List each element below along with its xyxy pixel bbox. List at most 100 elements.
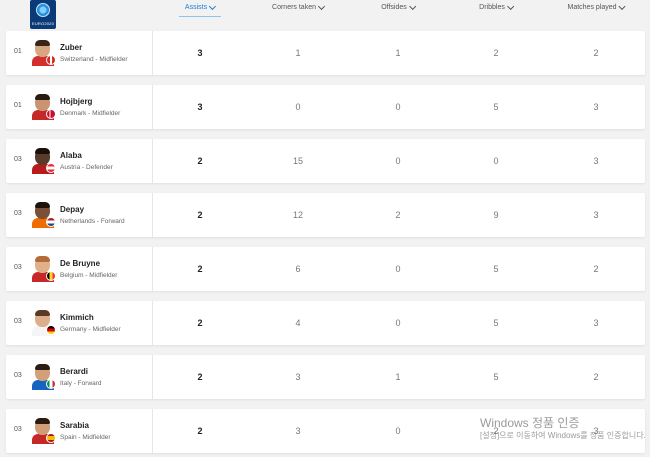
belgium-flag-icon — [46, 271, 56, 281]
player-hair — [35, 256, 50, 262]
stat-assists: 2 — [197, 264, 203, 274]
column-label: Offsides — [381, 4, 407, 11]
table-row[interactable]: 01 Zuber Switzerland - Midfielder 3 1 1 2 2 — [6, 31, 645, 75]
player-rank: 01 — [14, 48, 22, 55]
player-name[interactable]: De Bruyne — [60, 259, 100, 268]
stat-dribbles: 5 — [493, 264, 499, 274]
stat-assists: 3 — [197, 48, 203, 58]
stat-dribbles: 5 — [493, 372, 499, 382]
column-label: Matches played — [567, 4, 617, 11]
stat-matches: 3 — [593, 318, 599, 328]
stat-corners: 4 — [295, 318, 301, 328]
spain-flag-icon — [46, 433, 56, 443]
player-name[interactable]: Sarabia — [60, 421, 89, 430]
row-divider — [152, 355, 153, 399]
player-avatar[interactable] — [32, 256, 56, 282]
player-hair — [35, 202, 50, 208]
player-country-position: Austria - Defender — [60, 164, 113, 171]
player-name[interactable]: Depay — [60, 205, 84, 214]
sort-offsides[interactable]: Offsides — [381, 2, 416, 11]
player-hair — [35, 40, 50, 46]
table-header: EURO2020 Assists Corners taken Offsides … — [0, 0, 650, 30]
germany-flag-icon — [46, 325, 56, 335]
table-row[interactable]: 03 Berardi Italy - Forward 2 3 1 5 2 — [6, 355, 645, 399]
table-row[interactable]: 03 Alaba Austria - Defender 2 15 0 0 3 — [6, 139, 645, 183]
stat-matches: 3 — [593, 156, 599, 166]
stat-dribbles: 2 — [493, 48, 499, 58]
stat-matches: 2 — [593, 264, 599, 274]
player-rank: 03 — [14, 318, 22, 325]
table-row[interactable]: 03 De Bruyne Belgium - Midfielder 2 6 0 5 2 — [6, 247, 645, 291]
player-country-position: Belgium - Midfielder — [60, 272, 118, 279]
chevron-down-icon — [408, 2, 416, 10]
player-name[interactable]: Alaba — [60, 151, 82, 160]
stat-matches: 3 — [593, 210, 599, 220]
player-country-position: Switzerland - Midfielder — [60, 56, 128, 63]
player-name[interactable]: Zuber — [60, 43, 82, 52]
euro2020-logo[interactable]: EURO2020 — [30, 0, 56, 29]
italy-flag-icon — [46, 379, 56, 389]
stat-assists: 2 — [197, 426, 203, 436]
sort-matches-played[interactable]: Matches played — [567, 2, 626, 11]
switzerland-flag-icon — [46, 55, 56, 65]
chevron-down-icon — [506, 2, 514, 10]
player-rank: 03 — [14, 210, 22, 217]
player-name[interactable]: Hojbjerg — [60, 97, 92, 106]
stat-corners: 1 — [295, 48, 301, 58]
chevron-down-icon — [317, 2, 326, 10]
netherlands-flag-icon — [46, 217, 56, 227]
player-hair — [35, 310, 50, 316]
table-row[interactable]: 03 Kimmich Germany - Midfielder 2 4 0 5 3 — [6, 301, 645, 345]
player-avatar[interactable] — [32, 202, 56, 228]
player-country-position: Italy - Forward — [60, 380, 102, 387]
player-hair — [35, 364, 50, 370]
stat-offsides: 2 — [395, 210, 401, 220]
stat-offsides: 0 — [395, 102, 401, 112]
table-row[interactable]: 01 Hojbjerg Denmark - Midfielder 3 0 0 5 3 — [6, 85, 645, 129]
sort-dribbles[interactable]: Dribbles — [479, 2, 514, 11]
player-avatar[interactable] — [32, 310, 56, 336]
stat-dribbles: 9 — [493, 210, 499, 220]
player-avatar[interactable] — [32, 418, 56, 444]
stat-offsides: 0 — [395, 426, 401, 436]
player-avatar[interactable] — [32, 40, 56, 66]
stat-offsides: 1 — [395, 48, 401, 58]
sort-assists[interactable]: Assists — [178, 2, 222, 17]
stat-assists: 2 — [197, 318, 203, 328]
player-rank: 01 — [14, 102, 22, 109]
player-name[interactable]: Berardi — [60, 367, 88, 376]
player-avatar[interactable] — [32, 94, 56, 120]
stat-corners: 12 — [292, 210, 304, 220]
column-label: Corners taken — [272, 4, 316, 11]
player-avatar[interactable] — [32, 364, 56, 390]
windows-activation-hint: [설정]으로 이동하여 Windows를 정품 인증합니다. — [480, 431, 646, 440]
column-label: Dribbles — [479, 4, 505, 11]
chevron-down-icon — [209, 2, 217, 10]
stat-offsides: 0 — [395, 156, 401, 166]
stat-assists: 3 — [197, 102, 203, 112]
row-divider — [152, 31, 153, 75]
player-rank: 03 — [14, 426, 22, 433]
player-avatar[interactable] — [32, 148, 56, 174]
trophy-icon — [36, 3, 50, 17]
player-rank: 03 — [14, 264, 22, 271]
stat-dribbles: 5 — [493, 318, 499, 328]
table-row[interactable]: 03 Depay Netherlands - Forward 2 12 2 9 3 — [6, 193, 645, 237]
stat-assists: 2 — [197, 210, 203, 220]
sort-corners-taken[interactable]: Corners taken — [272, 2, 326, 11]
row-divider — [152, 409, 153, 453]
stat-matches: 2 — [593, 48, 599, 58]
player-country-position: Netherlands - Forward — [60, 218, 125, 225]
stat-offsides: 1 — [395, 372, 401, 382]
stat-assists: 2 — [197, 156, 203, 166]
denmark-flag-icon — [46, 109, 56, 119]
stat-corners: 6 — [295, 264, 301, 274]
player-country-position: Spain - Midfielder — [60, 434, 111, 441]
player-country-position: Denmark - Midfielder — [60, 110, 121, 117]
stat-corners: 3 — [295, 426, 301, 436]
player-hair — [35, 148, 50, 154]
player-hair — [35, 94, 50, 100]
row-divider — [152, 247, 153, 291]
stat-offsides: 0 — [395, 318, 401, 328]
player-name[interactable]: Kimmich — [60, 313, 94, 322]
